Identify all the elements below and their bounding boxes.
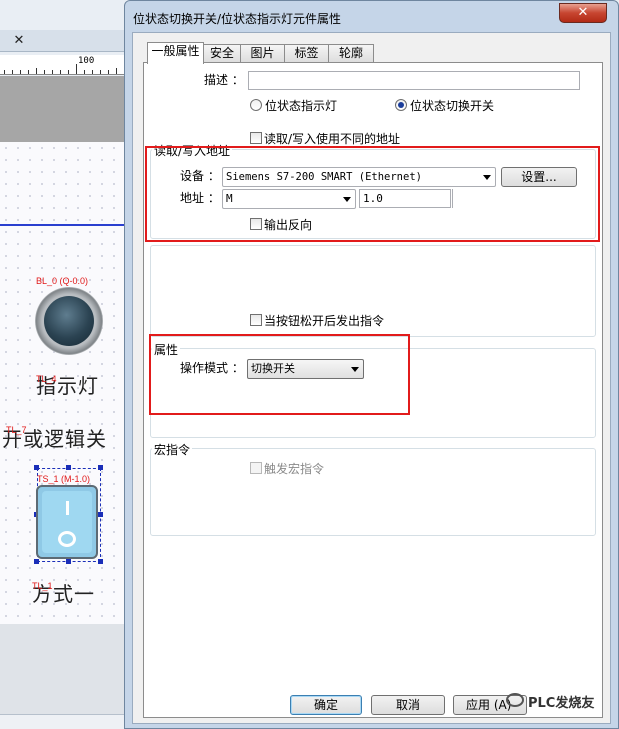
editor-tab-strip: ✕ <box>0 30 130 52</box>
macro-group <box>150 448 596 536</box>
dialog-close-button[interactable]: ✕ <box>559 3 607 23</box>
radio-indicator[interactable] <box>250 99 262 111</box>
dialog-titlebar[interactable]: 位状态切换开关/位状态指示灯元件属性 ✕ <box>125 1 618 33</box>
diff-address-checkbox[interactable] <box>250 132 262 144</box>
diff-address-label: 读取/写入使用不同的地址 <box>264 132 401 146</box>
description-input[interactable] <box>248 71 580 90</box>
trigger-macro-label: 触发宏指令 <box>264 462 325 476</box>
radio-switch-label: 位状态切换开关 <box>410 99 495 113</box>
cancel-button[interactable]: 取消 <box>371 695 445 715</box>
release-command-checkbox[interactable] <box>250 314 262 326</box>
close-tab-icon[interactable]: ✕ <box>10 33 28 49</box>
description-label: 描述 ： <box>204 73 244 87</box>
tab-picture[interactable]: 图片 <box>240 44 285 63</box>
radio-indicator-label: 位状态指示灯 <box>265 99 338 113</box>
watermark-text: PLC发烧友 <box>528 696 595 711</box>
tab-security[interactable]: 安全 <box>203 44 241 63</box>
switch-caption-tag: TL_7 <box>6 425 27 435</box>
rw-highlight-box <box>145 146 600 242</box>
mode-caption-tag: TL_1 <box>32 581 53 591</box>
indicator-lamp[interactable] <box>35 287 103 355</box>
editor-gray-area <box>0 76 130 142</box>
toggle-switch-icon[interactable] <box>36 485 98 559</box>
release-command-label: 当按钮松开后发出指令 <box>264 314 385 328</box>
mode-highlight-box <box>149 334 410 415</box>
wechat-icon <box>506 693 524 707</box>
radio-switch[interactable] <box>395 99 407 111</box>
macro-group-title: 宏指令 <box>152 441 193 458</box>
tab-general[interactable]: 一般属性 <box>147 42 204 64</box>
tab-outline[interactable]: 轮廓 <box>328 44 374 63</box>
ruler-label: 100 <box>78 56 95 66</box>
ok-button[interactable]: 确定 <box>290 695 362 715</box>
properties-dialog: 位状态切换开关/位状态指示灯元件属性 ✕ 一般属性 安全 图片 标签 轮廓 描述… <box>124 0 619 729</box>
trigger-macro-checkbox[interactable] <box>250 462 262 474</box>
guide-line <box>0 224 130 226</box>
lamp-caption-tag: TL_4 <box>36 374 57 384</box>
switch-tag: TS_1 (M-1.0) <box>37 474 91 484</box>
tab-label[interactable]: 标签 <box>284 44 329 63</box>
dialog-client-area: 一般属性 安全 图片 标签 轮廓 描述 ： 位状态指示灯 位状态切换开关 读取/… <box>132 32 611 724</box>
dialog-title: 位状态切换开关/位状态指示灯元件属性 <box>133 12 342 26</box>
horizontal-ruler: 100 <box>0 55 130 75</box>
watermark: PLC发烧友 <box>506 692 594 711</box>
lamp-tag: BL_0 (Q-0.0) <box>36 276 89 286</box>
